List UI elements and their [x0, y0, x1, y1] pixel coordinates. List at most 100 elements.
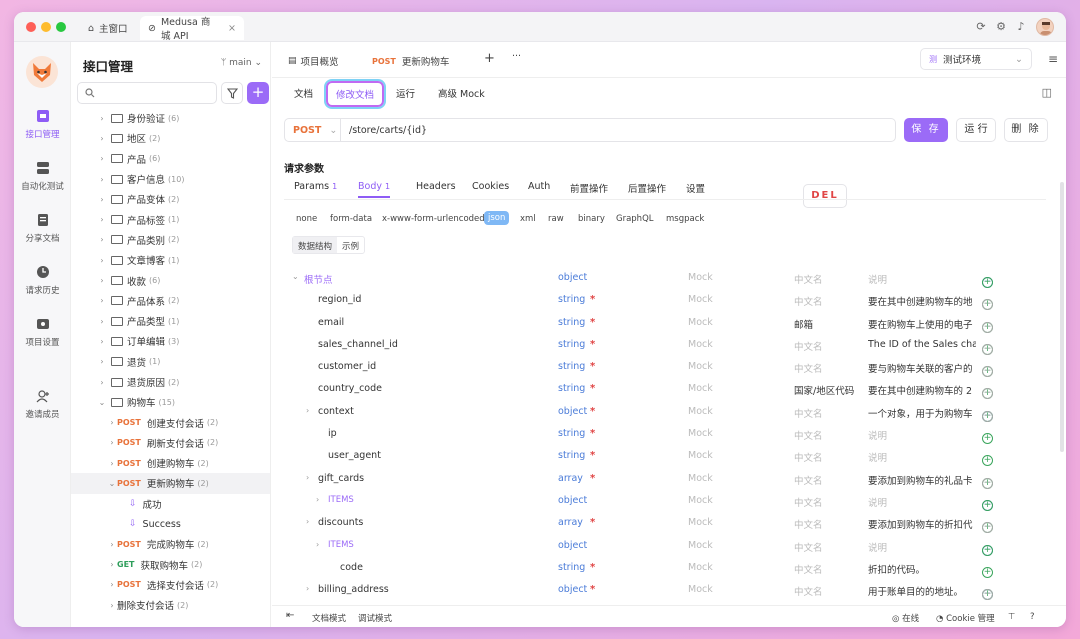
more-tabs-button[interactable]: ··· — [512, 51, 521, 62]
field-description[interactable]: 要在购物车上使用的电子 — [868, 317, 976, 331]
field-name[interactable]: 根节点 — [304, 272, 333, 286]
body-type-xml[interactable]: xml — [520, 214, 536, 224]
tab-example[interactable]: 示例 — [337, 237, 364, 253]
field-type[interactable]: string — [558, 383, 585, 394]
schema-row[interactable]: › discounts array * Mock 中文名 要添加到购物车的折扣代 + − — [284, 512, 1046, 534]
tree-folder[interactable]: ⌄ 购物车 (15) — [71, 392, 270, 412]
required-marker[interactable]: * — [590, 383, 595, 394]
tree-folder[interactable]: › 身份验证 (6) — [71, 108, 270, 128]
tree-api-item[interactable]: › POST 完成购物车 (2) — [71, 534, 270, 554]
chevron-right-icon[interactable]: › — [306, 584, 309, 593]
field-type[interactable]: object — [558, 406, 587, 417]
add-field-icon[interactable]: + — [982, 455, 993, 467]
field-type[interactable]: array — [558, 473, 583, 484]
required-marker[interactable]: * — [590, 562, 595, 573]
help-icon[interactable]: ? — [1030, 612, 1035, 622]
tab-body[interactable]: Body 1 — [358, 181, 391, 198]
body-type-urlencoded[interactable]: x-www-form-urlencoded — [382, 214, 485, 224]
tree-folder[interactable]: › 产品类别 (2) — [71, 230, 270, 250]
tab-data-structure[interactable]: 数据结构 — [293, 237, 338, 253]
tab-headers[interactable]: Headers — [416, 181, 456, 192]
field-name[interactable]: country_code — [318, 383, 382, 394]
tree-folder[interactable]: › 产品体系 (2) — [71, 291, 270, 311]
field-name[interactable]: ITEMS — [328, 540, 354, 550]
field-cn-name[interactable]: 中文名 — [794, 540, 823, 554]
body-type-raw[interactable]: raw — [548, 214, 564, 224]
required-marker[interactable]: * — [590, 428, 595, 439]
field-description[interactable]: 折扣的代码。 — [868, 562, 976, 576]
field-mock[interactable]: Mock — [688, 562, 713, 573]
tree-folder[interactable]: › 产品变体 (2) — [71, 189, 270, 209]
tab-run[interactable]: 运行 — [396, 86, 415, 100]
field-cn-name[interactable]: 中文名 — [794, 361, 823, 375]
debug-mode-button[interactable]: 调试模式 — [358, 612, 392, 624]
required-marker[interactable]: * — [590, 361, 595, 372]
field-mock[interactable]: Mock — [688, 540, 713, 551]
field-name[interactable]: region_id — [318, 294, 361, 305]
tree-example[interactable]: ⇩ 成功 — [71, 494, 270, 514]
field-mock[interactable]: Mock — [688, 450, 713, 461]
field-mock[interactable]: Mock — [688, 584, 713, 595]
field-description[interactable]: 要在其中创建购物车的 2 — [868, 383, 976, 397]
tree-api-item[interactable]: ⌄ POST 更新购物车 (2) — [71, 473, 270, 494]
delete-button[interactable]: 删 除 — [1004, 118, 1048, 142]
tab-settings[interactable]: 设置 — [686, 181, 705, 195]
field-description[interactable]: The ID of the Sales chan — [868, 339, 976, 350]
schema-row[interactable]: › context object * Mock 中文名 一个对象，用于为购物车 − + − — [284, 401, 1046, 423]
field-description[interactable]: 说明 — [868, 540, 976, 554]
schema-row[interactable]: › billing_address object * Mock 中文名 用于账单目的的地址。… — [284, 579, 1046, 601]
field-mock[interactable]: Mock — [688, 406, 713, 417]
field-cn-name[interactable]: 中文名 — [794, 562, 823, 576]
rail-item-share-doc[interactable]: 分享文档 — [14, 212, 71, 244]
tree-folder[interactable]: › 退货 (1) — [71, 352, 270, 372]
field-cn-name[interactable]: 中文名 — [794, 495, 823, 509]
field-name[interactable]: billing_address — [318, 584, 389, 595]
new-tab-button[interactable]: + — [484, 51, 495, 66]
field-mock[interactable]: Mock — [688, 495, 713, 506]
field-type[interactable]: object — [558, 495, 587, 506]
schema-row[interactable]: customer_id string * Mock 中文名 要与购物车关联的客户的 + − — [284, 356, 1046, 378]
remove-field-icon[interactable]: − — [982, 589, 993, 601]
method-select[interactable]: POST ⌄ — [285, 119, 341, 141]
field-cn-name[interactable]: 中文名 — [794, 272, 823, 286]
tab-post-ops[interactable]: 后置操作 — [628, 181, 666, 195]
schema-row[interactable]: › gift_cards array * Mock 中文名 要添加到购物车的礼品卡 + − — [284, 468, 1046, 490]
rail-item-automation[interactable]: 自动化测试 — [14, 160, 71, 192]
body-type-form-data[interactable]: form-data — [330, 214, 372, 224]
schema-row[interactable]: user_agent string * Mock 中文名 说明 + — [284, 445, 1046, 467]
bell-icon[interactable]: ♪ — [1014, 20, 1028, 34]
tab-cookies[interactable]: Cookies — [472, 181, 509, 192]
field-cn-name[interactable]: 中文名 — [794, 450, 823, 464]
field-description[interactable]: 说明 — [868, 272, 976, 286]
schema-row[interactable]: region_id string * Mock 中文名 要在其中创建购物车的地 + − — [284, 289, 1046, 311]
field-type[interactable]: object — [558, 540, 587, 551]
field-description[interactable]: 一个对象，用于为购物车 — [868, 406, 976, 420]
shirt-icon[interactable]: ⊤ — [1008, 612, 1015, 622]
field-mock[interactable]: Mock — [688, 517, 713, 528]
tree-folder[interactable]: › 退货原因 (2) — [71, 372, 270, 392]
minimize-window-button[interactable] — [41, 22, 51, 32]
chevron-right-icon[interactable]: › — [306, 406, 309, 415]
field-name[interactable]: ITEMS — [328, 495, 354, 505]
rail-item-project-settings[interactable]: 项目设置 — [14, 316, 71, 348]
tab-advanced-mock[interactable]: 高级 Mock — [438, 86, 485, 100]
field-cn-name[interactable]: 中文名 — [794, 473, 823, 487]
close-window-button[interactable] — [26, 22, 36, 32]
field-cn-name[interactable]: 邮箱 — [794, 317, 813, 331]
field-description[interactable]: 说明 — [868, 495, 976, 509]
field-name[interactable]: ip — [328, 428, 337, 439]
tree-search-input[interactable] — [77, 82, 217, 104]
field-cn-name[interactable]: 国家/地区代码 — [794, 383, 854, 397]
field-cn-name[interactable]: 中文名 — [794, 406, 823, 420]
field-type[interactable]: object — [558, 272, 587, 283]
remove-field-icon[interactable]: − — [982, 343, 993, 355]
body-type-msgpack[interactable]: msgpack — [666, 214, 704, 224]
environment-select[interactable]: 测 测试环境 ⌄ — [920, 48, 1032, 70]
add-field-icon[interactable]: + — [982, 544, 993, 556]
branch-selector[interactable]: ᛘ main ⌄ — [221, 58, 262, 68]
field-name[interactable]: sales_channel_id — [318, 339, 398, 350]
rail-item-history[interactable]: 请求历史 — [14, 264, 71, 296]
required-marker[interactable]: * — [590, 317, 595, 328]
tree-folder[interactable]: › 产品类型 (1) — [71, 311, 270, 331]
field-mock[interactable]: Mock — [688, 317, 713, 328]
